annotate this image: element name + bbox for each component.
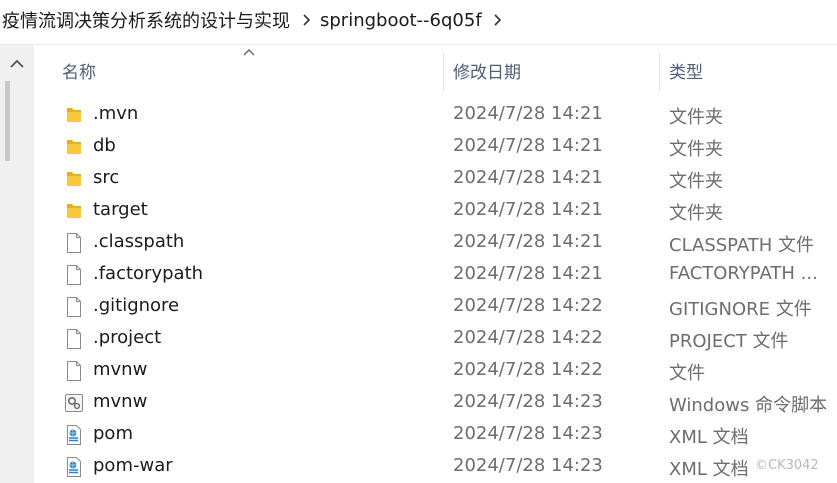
file-row[interactable]: .mvn 2024/7/28 14:21 文件夹: [34, 99, 837, 131]
file-type: CLASSPATH 文件: [669, 235, 815, 256]
file-row[interactable]: .classpath 2024/7/28 14:21 CLASSPATH 文件: [34, 227, 837, 259]
breadcrumb: 疫情流调决策分析系统的设计与实现 springboot--6q05f: [0, 0, 837, 40]
file-explorer-window: 疫情流调决策分析系统的设计与实现 springboot--6q05f 名称 修改…: [0, 0, 837, 483]
file-row[interactable]: .project 2024/7/28 14:22 PROJECT 文件: [34, 323, 837, 355]
file-row[interactable]: src 2024/7/28 14:21 文件夹: [34, 163, 837, 195]
vertical-scrollbar[interactable]: [0, 45, 34, 483]
file-type: 文件夹: [669, 139, 723, 160]
file-icon: [64, 232, 84, 254]
file-row[interactable]: pom-war 2024/7/28 14:23 XML 文档: [34, 451, 837, 483]
file-date-modified: 2024/7/28 14:23: [453, 423, 603, 444]
scroll-up-arrow-icon[interactable]: [0, 45, 34, 81]
column-header-type[interactable]: 类型: [669, 45, 703, 95]
file-name[interactable]: src: [93, 167, 119, 188]
folder-icon: [64, 104, 84, 126]
file-icon: [64, 328, 84, 350]
file-date-modified: 2024/7/28 14:23: [453, 455, 603, 476]
file-name[interactable]: db: [93, 135, 116, 156]
file-icon: [64, 360, 84, 382]
gear-script-icon: [64, 392, 84, 414]
sort-ascending-icon: [243, 49, 255, 56]
file-date-modified: 2024/7/28 14:21: [453, 167, 603, 188]
file-date-modified: 2024/7/28 14:22: [453, 327, 603, 348]
xml-file-icon: [64, 456, 84, 478]
column-divider[interactable]: [443, 53, 444, 91]
file-name[interactable]: .project: [93, 327, 161, 348]
file-type: 文件夹: [669, 171, 723, 192]
file-date-modified: 2024/7/28 14:21: [453, 263, 603, 284]
folder-icon: [64, 200, 84, 222]
file-type: 文件: [669, 363, 705, 384]
file-type: Windows 命令脚本: [669, 395, 828, 416]
file-row[interactable]: mvnw 2024/7/28 14:23 Windows 命令脚本: [34, 387, 837, 419]
file-date-modified: 2024/7/28 14:21: [453, 135, 603, 156]
file-type: XML 文档: [669, 427, 749, 448]
watermark: ©CK3042: [755, 458, 819, 473]
scrollbar-thumb[interactable]: [5, 81, 10, 161]
breadcrumb-item-project[interactable]: 疫情流调决策分析系统的设计与实现: [0, 7, 294, 33]
chevron-right-icon[interactable]: [486, 10, 510, 30]
file-row[interactable]: mvnw 2024/7/28 14:22 文件: [34, 355, 837, 387]
file-name[interactable]: .factorypath: [93, 263, 203, 284]
file-name[interactable]: pom-war: [93, 455, 173, 476]
file-type: GITIGNORE 文件: [669, 299, 812, 320]
file-name[interactable]: .classpath: [93, 231, 184, 252]
file-type: 文件夹: [669, 203, 723, 224]
file-date-modified: 2024/7/28 14:22: [453, 359, 603, 380]
file-date-modified: 2024/7/28 14:23: [453, 391, 603, 412]
file-list: .mvn 2024/7/28 14:21 文件夹 db 2024/7/28 14:21 文…: [34, 99, 837, 483]
chevron-right-icon[interactable]: [294, 10, 318, 30]
file-date-modified: 2024/7/28 14:21: [453, 199, 603, 220]
file-date-modified: 2024/7/28 14:21: [453, 231, 603, 252]
folder-icon: [64, 136, 84, 158]
file-date-modified: 2024/7/28 14:21: [453, 103, 603, 124]
file-name[interactable]: mvnw: [93, 391, 147, 412]
column-header-name[interactable]: 名称: [62, 45, 96, 95]
file-type: 文件夹: [669, 107, 723, 128]
column-header-row: 名称 修改日期 类型: [34, 45, 837, 95]
file-name[interactable]: mvnw: [93, 359, 147, 380]
xml-file-icon: [64, 424, 84, 446]
file-icon: [64, 264, 84, 286]
file-row[interactable]: .gitignore 2024/7/28 14:22 GITIGNORE 文件: [34, 291, 837, 323]
file-date-modified: 2024/7/28 14:22: [453, 295, 603, 316]
file-type: XML 文档: [669, 459, 749, 480]
file-name[interactable]: target: [93, 199, 148, 220]
breadcrumb-item-folder[interactable]: springboot--6q05f: [318, 10, 486, 31]
file-name[interactable]: .mvn: [93, 103, 138, 124]
column-header-date-modified[interactable]: 修改日期: [453, 45, 521, 95]
file-type: FACTORYPATH ...: [669, 263, 818, 284]
file-name[interactable]: pom: [93, 423, 133, 444]
file-row[interactable]: db 2024/7/28 14:21 文件夹: [34, 131, 837, 163]
file-type: PROJECT 文件: [669, 331, 789, 352]
file-row[interactable]: pom 2024/7/28 14:23 XML 文档: [34, 419, 837, 451]
file-row[interactable]: target 2024/7/28 14:21 文件夹: [34, 195, 837, 227]
column-divider[interactable]: [659, 53, 660, 91]
file-icon: [64, 296, 84, 318]
file-row[interactable]: .factorypath 2024/7/28 14:21 FACTORYPATH .…: [34, 259, 837, 291]
folder-icon: [64, 168, 84, 190]
file-name[interactable]: .gitignore: [93, 295, 179, 316]
